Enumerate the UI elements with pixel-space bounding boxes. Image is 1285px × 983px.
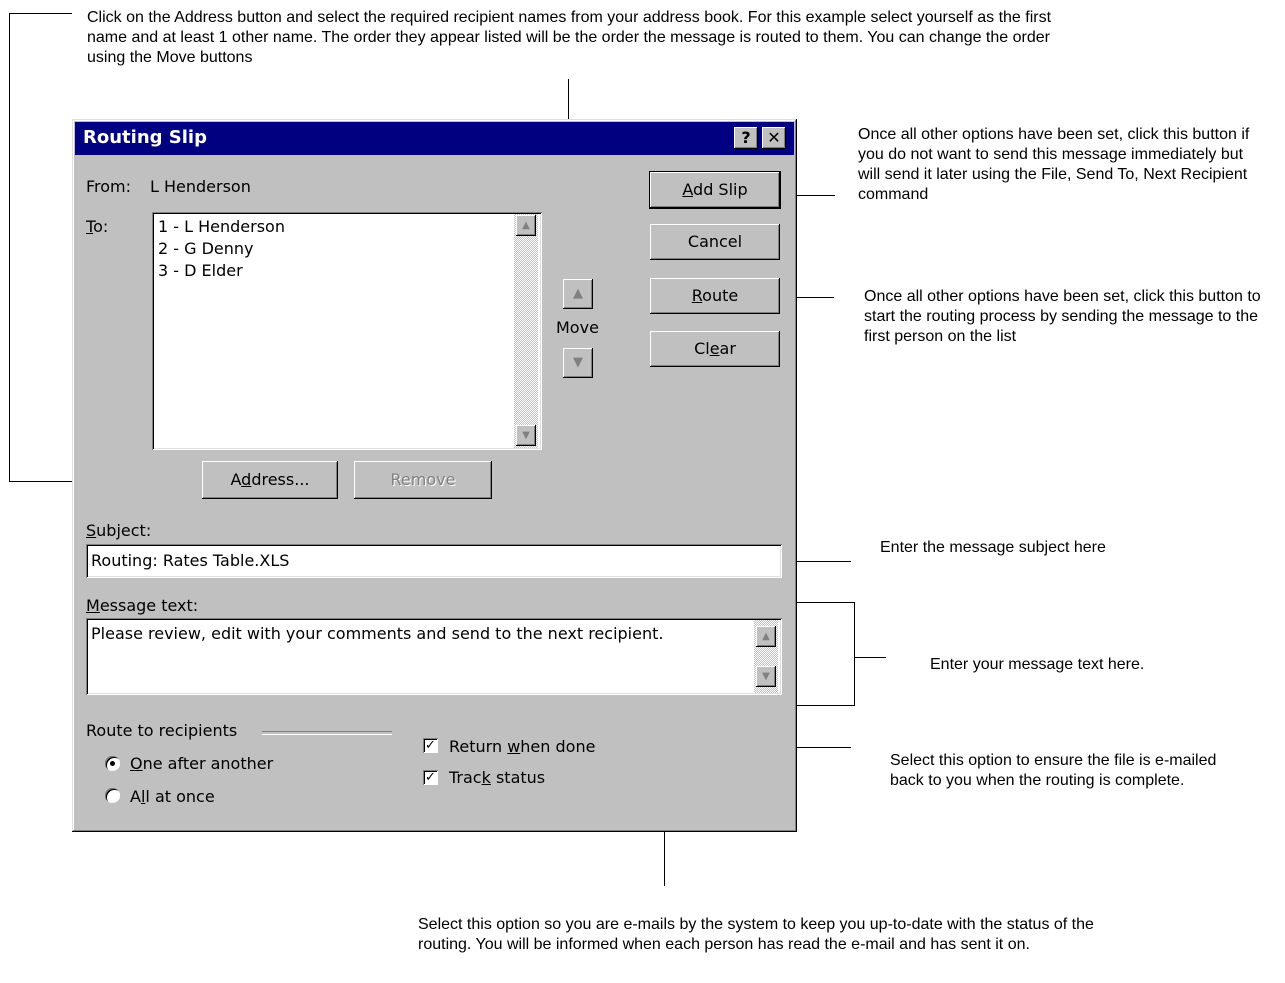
radio-all-at-once[interactable] bbox=[105, 788, 120, 803]
route-group-divider bbox=[262, 731, 392, 735]
route-label-key: R bbox=[691, 286, 703, 305]
return-label-key: w bbox=[507, 737, 521, 756]
return-label-a: Return bbox=[449, 737, 508, 756]
route-label-rest: oute bbox=[702, 286, 739, 305]
to-label-key: T bbox=[86, 217, 94, 236]
remove-button[interactable]: Remove bbox=[354, 461, 492, 499]
checkmark-icon: ✓ bbox=[425, 738, 436, 753]
help-icon: ? bbox=[741, 128, 751, 147]
track-status-checkbox[interactable]: ✓ bbox=[423, 770, 438, 785]
cancel-label: Cancel bbox=[687, 232, 743, 251]
list-scroll-down[interactable]: ▼ bbox=[516, 425, 536, 446]
close-icon: ✕ bbox=[767, 128, 781, 147]
annotation-message: Enter your message text here. bbox=[930, 656, 1145, 673]
radio-one-after-another[interactable] bbox=[105, 756, 120, 771]
route-button[interactable]: Route bbox=[650, 278, 780, 314]
option-all-at-once[interactable]: All at once bbox=[130, 787, 215, 807]
remove-label: Remove bbox=[390, 470, 456, 489]
address-label-key: d bbox=[241, 470, 252, 489]
annotation-track: Select this option so you are e-mails by… bbox=[418, 916, 1094, 953]
arrow-up-icon: ▲ bbox=[573, 286, 583, 301]
add-slip-button[interactable]: Add Slip bbox=[649, 171, 781, 209]
to-label-rest: o: bbox=[93, 217, 109, 236]
address-label-a: A bbox=[230, 470, 242, 489]
list-scrollbar[interactable] bbox=[514, 214, 538, 448]
move-label: Move bbox=[556, 318, 599, 337]
annotation-return: Select this option to ensure the file is… bbox=[890, 752, 1217, 789]
address-label-rest: dress... bbox=[251, 470, 310, 489]
clear-label-rest: ar bbox=[719, 339, 736, 358]
to-recipient-list[interactable]: 1 - L Henderson 2 - G Denny 3 - D Elder … bbox=[152, 212, 542, 450]
annotation-address: Click on the Address button and select t… bbox=[87, 9, 1052, 66]
address-button[interactable]: Address... bbox=[202, 461, 338, 499]
close-button[interactable]: ✕ bbox=[762, 127, 786, 149]
clear-label-key: e bbox=[709, 339, 720, 358]
routing-slip-dialog: Routing Slip ? ✕ From: L Henderson To: 1… bbox=[72, 119, 797, 832]
return-when-done-label[interactable]: Return when done bbox=[449, 737, 595, 757]
add-slip-label-rest: dd Slip bbox=[693, 180, 748, 199]
route-group-label: Route to recipients bbox=[86, 721, 238, 740]
track-status-label[interactable]: Track status bbox=[449, 768, 545, 788]
cancel-button[interactable]: Cancel bbox=[650, 224, 780, 260]
track-label-key: k bbox=[481, 768, 491, 787]
radio-selected-dot bbox=[110, 761, 115, 766]
option-one-rest: ne after another bbox=[142, 754, 274, 773]
clear-button[interactable]: Clear bbox=[650, 331, 780, 367]
subject-value: Routing: Rates Table.XLS bbox=[91, 551, 290, 570]
to-label: To: bbox=[86, 217, 108, 237]
option-one-after-another[interactable]: One after another bbox=[130, 754, 273, 774]
annotation-add-slip: Once all other options have been set, cl… bbox=[858, 126, 1250, 203]
option-all-rest: l at once bbox=[145, 787, 215, 806]
annotation-subject: Enter the message subject here bbox=[880, 539, 1106, 556]
return-when-done-checkbox[interactable]: ✓ bbox=[423, 738, 438, 753]
track-label-rest: status bbox=[490, 768, 546, 787]
arrow-down-icon: ▼ bbox=[573, 355, 583, 370]
subject-label: Subject: bbox=[86, 521, 151, 541]
option-one-key: O bbox=[130, 754, 143, 773]
subject-label-key: S bbox=[86, 521, 97, 540]
message-label-key: M bbox=[86, 596, 100, 615]
move-up-button[interactable]: ▲ bbox=[563, 279, 593, 309]
from-label: From: bbox=[86, 177, 132, 196]
from-value: L Henderson bbox=[150, 177, 251, 196]
annotation-route: Once all other options have been set, cl… bbox=[864, 288, 1261, 345]
help-button[interactable]: ? bbox=[734, 127, 758, 149]
message-scroll-down[interactable]: ▼ bbox=[756, 666, 776, 687]
clear-label-a: Cl bbox=[694, 339, 710, 358]
subject-input[interactable]: Routing: Rates Table.XLS bbox=[86, 544, 782, 578]
option-all-a: A bbox=[130, 787, 141, 806]
return-label-rest: hen done bbox=[520, 737, 596, 756]
list-item[interactable]: 2 - G Denny bbox=[158, 239, 254, 259]
track-label-a: Trac bbox=[449, 768, 482, 787]
message-textarea[interactable]: Please review, edit with your comments a… bbox=[86, 618, 782, 695]
message-label: Message text: bbox=[86, 596, 198, 616]
message-label-rest: essage text: bbox=[99, 596, 199, 615]
add-slip-label-key: A bbox=[682, 180, 694, 199]
list-scroll-up[interactable]: ▲ bbox=[516, 215, 536, 236]
message-scroll-up[interactable]: ▲ bbox=[756, 626, 776, 647]
title-bar: Routing Slip ? ✕ bbox=[75, 122, 794, 155]
checkmark-icon: ✓ bbox=[425, 770, 436, 785]
dialog-title: Routing Slip bbox=[83, 127, 207, 148]
subject-label-rest: ubject: bbox=[96, 521, 152, 540]
move-down-button[interactable]: ▼ bbox=[563, 348, 593, 378]
list-item[interactable]: 3 - D Elder bbox=[158, 261, 243, 281]
list-item[interactable]: 1 - L Henderson bbox=[158, 217, 285, 237]
message-value: Please review, edit with your comments a… bbox=[91, 624, 664, 643]
